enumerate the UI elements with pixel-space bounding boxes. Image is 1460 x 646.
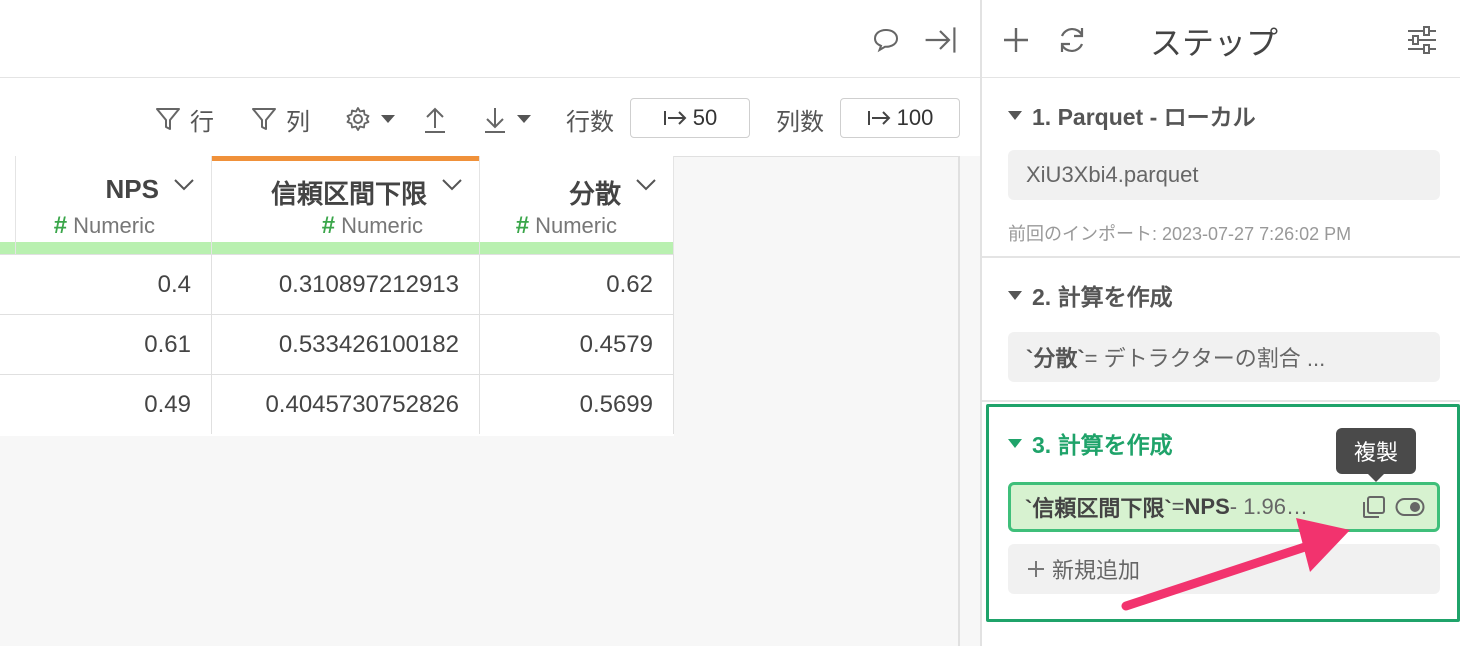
column-header[interactable]: 信頼区間下限 # Numeric — [212, 156, 480, 254]
step-3-content[interactable]: `信頼区間下限` = NPS - 1.96… — [1008, 482, 1440, 532]
step-1-import-time: 前回のインポート: 2023-07-27 7:26:02 PM — [1008, 224, 1352, 244]
tooltip-pointer — [1366, 472, 1386, 482]
column-confidence-lower[interactable]: 信頼区間下限 # Numeric 0.310897212913 0.5334261… — [212, 156, 480, 436]
add-step-button[interactable]: 新規追加 — [1008, 544, 1440, 594]
arrow-right-bar-icon — [663, 111, 687, 125]
column-variance[interactable]: 分散 # Numeric 0.62 0.4579 0.5699 — [480, 156, 674, 436]
column-header[interactable]: NPS # Numeric — [16, 156, 212, 254]
column-type: # Numeric — [516, 212, 617, 240]
row-count-value: 50 — [692, 105, 718, 130]
filter-columns-label: 列 — [286, 108, 310, 136]
pane-divider — [958, 156, 960, 646]
download-icon — [485, 108, 505, 133]
caret-down-icon — [1008, 290, 1022, 300]
table-cell[interactable]: 0.62 — [480, 254, 674, 314]
table-cell[interactable]: 0.4579 — [480, 314, 674, 374]
step-3-header[interactable]: 3. 計算を作成 — [1008, 426, 1173, 460]
data-pane: 行 列 行数 50 列数 100 NPS # Numeric 0.4 0.61 … — [0, 0, 980, 646]
copy-icon[interactable] — [1361, 494, 1387, 526]
filter-icon — [252, 108, 276, 130]
numeric-hash-icon: # — [321, 212, 336, 239]
sliders-icon[interactable] — [1402, 20, 1442, 60]
step-2-formula: = デトラクターの割合 ... — [1084, 346, 1326, 371]
chevron-down-icon[interactable] — [441, 178, 463, 197]
column-type-label: Numeric — [341, 213, 423, 238]
column-nps[interactable]: NPS # Numeric 0.4 0.61 0.49 — [16, 156, 212, 436]
import-dropdown[interactable] — [482, 100, 532, 138]
row-count-label: 行数 — [566, 108, 614, 136]
filter-columns-button[interactable]: 列 — [250, 100, 310, 138]
column-name: 分散 — [568, 179, 621, 209]
steps-title: ステップ — [1150, 25, 1279, 61]
table-cell[interactable]: 0.49 — [16, 374, 212, 434]
caret-down-icon — [381, 115, 395, 123]
comment-icon[interactable] — [868, 22, 904, 58]
column-type: # Numeric — [322, 212, 423, 240]
steps-panel: ステップ 1. Parquet - ローカル XiU3Xbi4.parquet … — [980, 0, 1460, 646]
table-toolbar: 行 列 行数 50 列数 100 — [0, 78, 980, 156]
step-1-content[interactable]: XiU3Xbi4.parquet — [1008, 150, 1440, 200]
column-type-label: Numeric — [535, 213, 617, 238]
step-1-title: 1. Parquet - ローカル — [1032, 104, 1256, 130]
collapse-right-icon[interactable] — [922, 22, 958, 58]
column-type-label: Numeric — [73, 213, 155, 238]
step-2-column: `分散` — [1026, 346, 1085, 371]
add-step-label: 新規追加 — [1052, 558, 1141, 583]
gear-icon — [346, 107, 370, 131]
toggle-visibility-icon[interactable] — [1395, 497, 1425, 523]
upload-icon — [425, 107, 445, 133]
step-2-content[interactable]: `分散` = デトラクターの割合 ... — [1008, 332, 1440, 382]
column-count-input[interactable]: 100 — [840, 98, 960, 138]
caret-down-icon — [517, 115, 531, 123]
filter-rows-label: 行 — [190, 108, 214, 136]
caret-down-icon — [1008, 110, 1022, 120]
column-name: 信頼区間下限 — [270, 179, 427, 209]
type-bar — [16, 242, 211, 254]
column-type: # Numeric — [54, 212, 155, 240]
chevron-down-icon[interactable] — [635, 178, 657, 197]
type-bar — [0, 242, 15, 254]
column-header[interactable]: 分散 # Numeric — [480, 156, 674, 254]
clipped-column — [0, 156, 21, 436]
step-divider — [982, 256, 1460, 258]
step-3-source: NPS — [1184, 494, 1230, 519]
step-2-title: 2. 計算を作成 — [1032, 284, 1173, 310]
filter-icon — [156, 108, 180, 130]
steps-header: ステップ — [982, 0, 1460, 78]
filter-rows-button[interactable]: 行 — [154, 100, 214, 138]
column-count-value: 100 — [896, 105, 934, 130]
table-cell[interactable]: 0.4 — [16, 254, 212, 314]
step-3-formula: - 1.96… — [1229, 494, 1309, 519]
plus-icon — [1028, 561, 1044, 577]
table-cell[interactable]: 0.310897212913 — [212, 254, 480, 314]
clipped-column-header — [0, 156, 16, 254]
table-cell[interactable]: 0.533426100182 — [212, 314, 480, 374]
row-count-input[interactable]: 50 — [630, 98, 750, 138]
selected-indicator — [212, 156, 479, 161]
export-button[interactable] — [422, 100, 448, 138]
chevron-down-icon[interactable] — [173, 178, 195, 197]
column-count-label: 列数 — [776, 108, 824, 136]
top-bar — [0, 0, 980, 78]
step-2-header[interactable]: 2. 計算を作成 — [1008, 278, 1173, 312]
table-cell[interactable]: 0.5699 — [480, 374, 674, 434]
type-bar — [212, 242, 479, 254]
table-cell[interactable]: 0.4045730752826 — [212, 374, 480, 434]
step-3-title: 3. 計算を作成 — [1032, 432, 1173, 458]
numeric-hash-icon: # — [515, 212, 530, 239]
arrow-right-bar-icon — [867, 111, 891, 125]
add-step-icon[interactable] — [996, 20, 1036, 60]
step-3-equals: = — [1171, 494, 1185, 519]
step-divider — [982, 400, 1460, 402]
refresh-icon[interactable] — [1052, 20, 1092, 60]
copy-tooltip: 複製 — [1336, 428, 1416, 474]
type-bar — [480, 242, 673, 254]
caret-down-icon — [1008, 438, 1022, 448]
column-name: NPS — [105, 174, 159, 204]
numeric-hash-icon: # — [53, 212, 68, 239]
settings-dropdown[interactable] — [344, 100, 396, 138]
step-3-column: `信頼区間下限` — [1025, 496, 1172, 521]
table-cell[interactable]: 0.61 — [16, 314, 212, 374]
step-1-header[interactable]: 1. Parquet - ローカル — [1008, 98, 1256, 132]
